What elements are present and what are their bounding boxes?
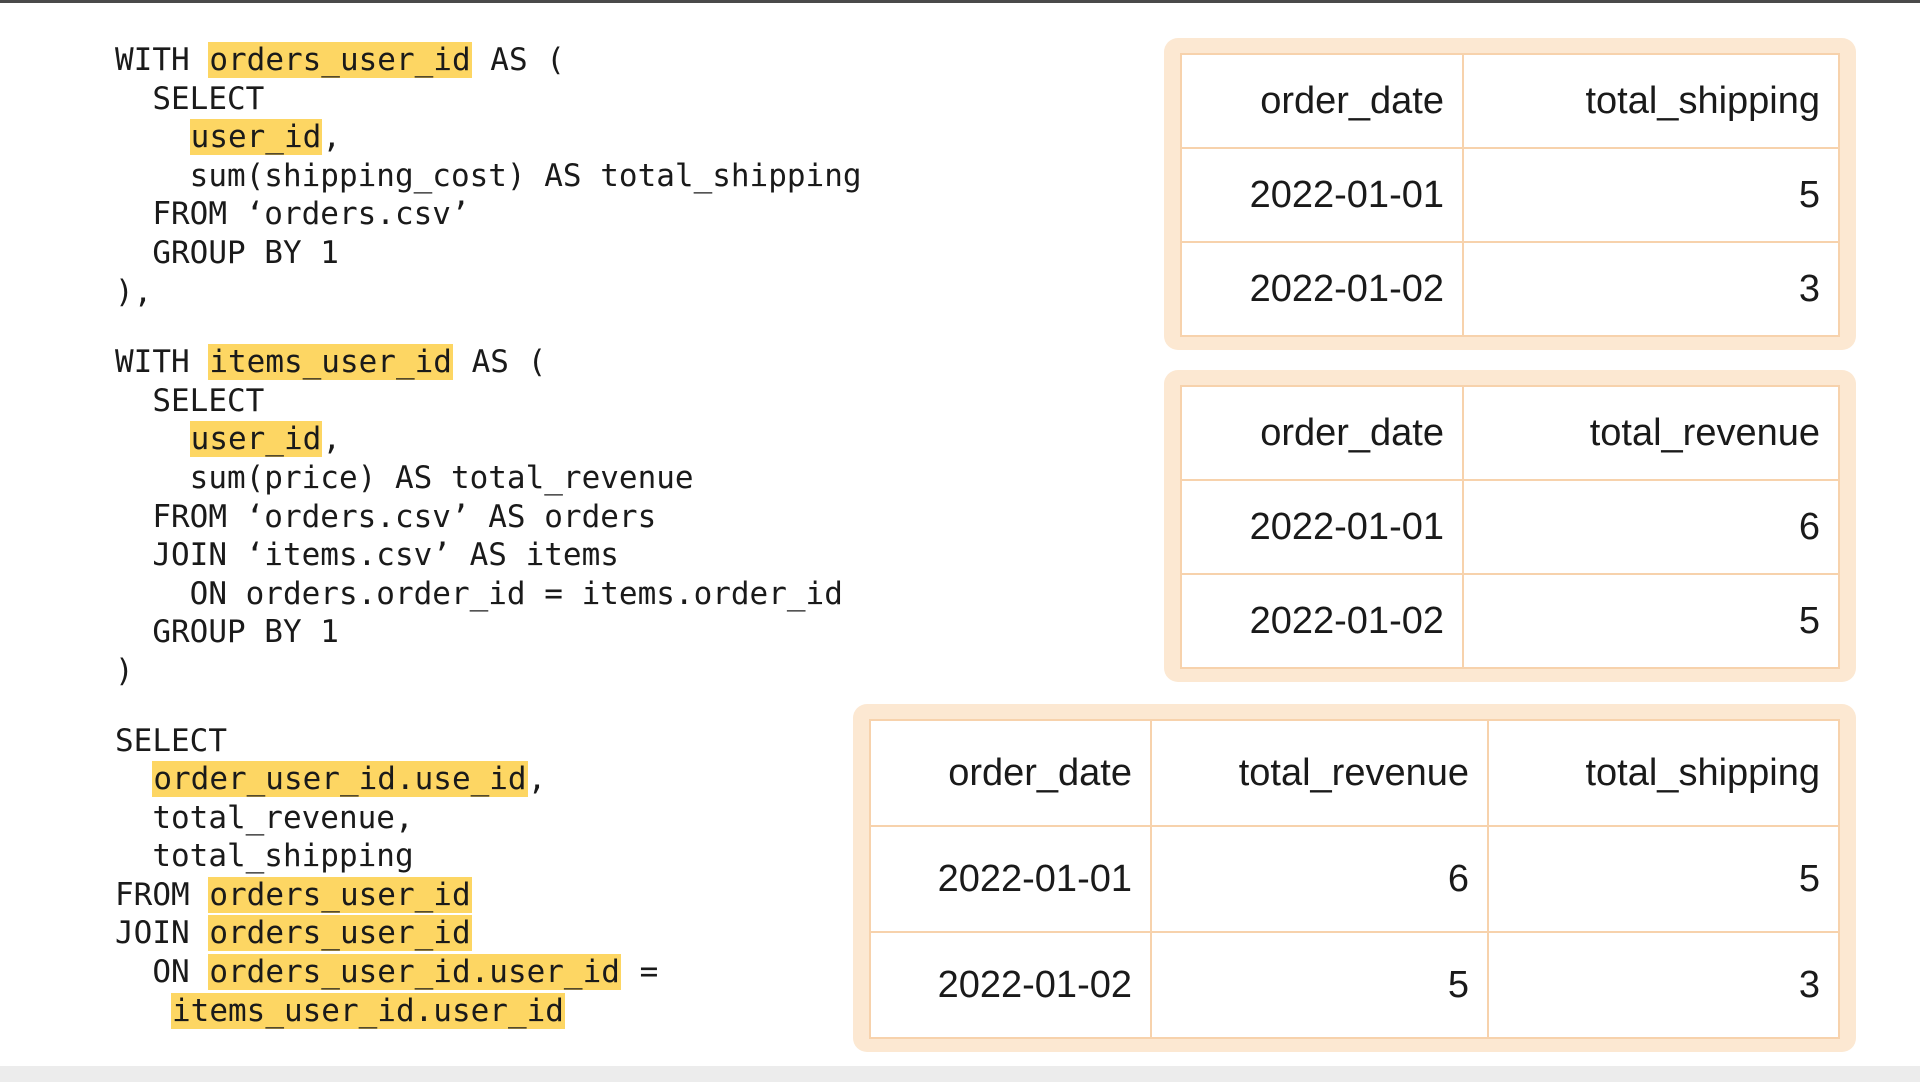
table-cell: 5	[1462, 573, 1840, 669]
shipping-table-frame: order_date total_shipping 2022-01-01 5 2…	[1164, 38, 1856, 350]
table-row: 2022-01-01 5	[1180, 147, 1840, 243]
code-line: FROM orders_user_id	[115, 876, 862, 915]
joined-table: order_date total_revenue total_shipping …	[869, 719, 1840, 1039]
table-cell: 5	[1487, 825, 1840, 933]
table-cell: 2022-01-01	[1180, 147, 1464, 243]
code-token: WITH	[115, 344, 209, 381]
code-token: ,	[322, 119, 341, 156]
table-header-cell: total_revenue	[1462, 385, 1840, 481]
code-line: SELECT	[115, 382, 265, 419]
highlighted-token: orders_user_id.user_id	[208, 954, 621, 991]
code-token: ,	[527, 761, 547, 798]
table-header-row: order_date total_shipping	[1180, 53, 1840, 149]
table-row: 2022-01-02 3	[1180, 241, 1840, 337]
code-line: JOIN ‘items.csv’ AS items	[115, 537, 619, 574]
highlighted-token: user_id	[189, 421, 323, 458]
highlighted-token: items_user_id.user_id	[171, 992, 565, 1029]
code-line: GROUP BY 1	[115, 614, 339, 651]
table-cell: 5	[1462, 147, 1840, 243]
highlighted-token: order_user_id.use_id	[152, 761, 528, 798]
code-token: ,	[322, 421, 341, 458]
table-header-row: order_date total_revenue total_shipping	[869, 719, 1840, 827]
revenue-table: order_date total_revenue 2022-01-01 6 20…	[1180, 385, 1840, 669]
code-line: JOIN orders_user_id	[115, 914, 862, 953]
table-header-cell: total_revenue	[1150, 719, 1489, 827]
table-header-cell: order_date	[1180, 53, 1464, 149]
highlighted-token: user_id	[189, 119, 323, 156]
table-row: 2022-01-02 5 3	[869, 931, 1840, 1039]
joined-table-frame: order_date total_revenue total_shipping …	[853, 704, 1856, 1052]
shipping-table: order_date total_shipping 2022-01-01 5 2…	[1180, 53, 1840, 337]
code-token: WITH	[115, 42, 209, 78]
table-header-cell: order_date	[1180, 385, 1464, 481]
code-line: SELECT	[115, 722, 227, 759]
table-cell: 2022-01-02	[1180, 573, 1464, 669]
code-token: FROM	[115, 876, 209, 913]
code-line: GROUP BY 1	[115, 234, 339, 271]
table-cell: 2022-01-02	[1180, 241, 1464, 337]
code-line: user_id,	[115, 118, 862, 157]
highlighted-token: orders_user_id	[208, 42, 472, 78]
code-line: FROM ‘orders.csv’	[115, 196, 470, 233]
table-header-cell: order_date	[869, 719, 1152, 827]
code-line: ON orders_user_id.user_id =	[115, 953, 862, 992]
table-row: 2022-01-02 5	[1180, 573, 1840, 669]
table-header-cell: total_shipping	[1487, 719, 1840, 827]
code-line: ),	[115, 273, 153, 310]
highlighted-token: items_user_id	[208, 344, 453, 381]
table-cell: 5	[1150, 931, 1489, 1039]
code-line: )	[115, 652, 134, 689]
code-line: FROM ‘orders.csv’ AS orders	[115, 498, 657, 535]
table-header-row: order_date total_revenue	[1180, 385, 1840, 481]
code-line: ON orders.order_id = items.order_id	[115, 575, 843, 612]
table-row: 2022-01-01 6 5	[869, 825, 1840, 933]
bottom-band	[0, 1066, 1920, 1082]
table-header-cell: total_shipping	[1462, 53, 1840, 149]
code-line: sum(shipping_cost) AS total_shipping	[115, 157, 862, 194]
table-cell: 3	[1462, 241, 1840, 337]
code-token: AS (	[471, 42, 565, 78]
code-spacer	[115, 691, 862, 722]
code-line: WITH items_user_id AS (	[115, 343, 862, 382]
code-token: ON	[115, 954, 209, 991]
table-cell: 2022-01-01	[869, 825, 1152, 933]
code-line: total_shipping	[115, 838, 414, 875]
table-cell: 6	[1462, 479, 1840, 575]
table-cell: 2022-01-02	[869, 931, 1152, 1039]
table-cell: 6	[1150, 825, 1489, 933]
top-rule	[0, 0, 1920, 3]
revenue-table-frame: order_date total_revenue 2022-01-01 6 20…	[1164, 370, 1856, 682]
code-line: WITH orders_user_id AS (	[115, 41, 862, 80]
code-spacer	[115, 311, 862, 343]
highlighted-token: orders_user_id	[208, 876, 472, 913]
code-line: user_id,	[115, 420, 862, 459]
code-token: AS (	[452, 344, 547, 381]
highlighted-token: orders_user_id	[208, 915, 472, 952]
code-token: =	[620, 954, 659, 991]
sql-code: WITH orders_user_id AS ( SELECT user_id,…	[115, 41, 862, 1030]
code-token: JOIN	[115, 915, 209, 952]
code-line: items_user_id.user_id	[115, 992, 862, 1031]
table-row: 2022-01-01 6	[1180, 479, 1840, 575]
code-line: sum(price) AS total_revenue	[115, 459, 694, 496]
table-cell: 3	[1487, 931, 1840, 1039]
code-line: SELECT	[115, 80, 265, 117]
code-line: total_revenue,	[115, 799, 414, 836]
code-line: order_user_id.use_id,	[115, 760, 862, 799]
table-cell: 2022-01-01	[1180, 479, 1464, 575]
